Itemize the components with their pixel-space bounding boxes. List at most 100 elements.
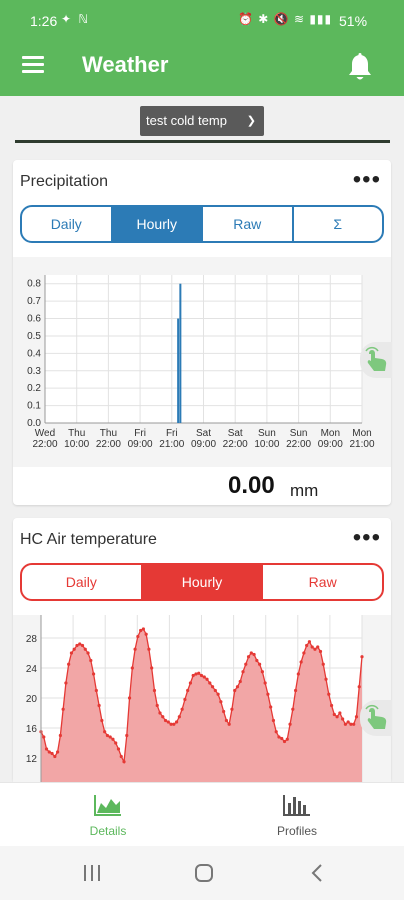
- status-time: 1:26: [30, 13, 58, 29]
- y-tick-label: 0.2: [27, 383, 41, 394]
- air-temperature-tabs: Daily Hourly Raw: [20, 563, 384, 601]
- x-tick-day: Fri: [166, 428, 178, 439]
- menu-icon[interactable]: [22, 56, 44, 74]
- temperature-point: [183, 697, 187, 702]
- y-tick-label: 0.5: [27, 331, 41, 342]
- nav-details-label: Details: [89, 824, 127, 838]
- temperature-point: [83, 647, 87, 651]
- x-tick-time: 21:00: [159, 439, 184, 450]
- temperature-point: [230, 707, 234, 711]
- temperature-point: [343, 722, 347, 726]
- precipitation-card: Precipitation ••• Daily Hourly Raw Σ 0.8 0.7…: [13, 160, 391, 505]
- tab-raw[interactable]: Raw: [201, 207, 292, 241]
- profile-dropdown[interactable]: test cold temp ❯: [140, 106, 264, 136]
- tab-sum[interactable]: Σ: [291, 207, 383, 241]
- temperature-point: [150, 666, 154, 670]
- touch-help-button[interactable]: [360, 700, 392, 736]
- temperature-point: [280, 736, 284, 741]
- temperature-point: [255, 658, 259, 663]
- temperature-point: [269, 705, 273, 709]
- temperature-point: [56, 750, 60, 754]
- x-tick-day: Wed: [35, 428, 55, 439]
- temperature-point: [136, 634, 140, 639]
- recent-apps-icon[interactable]: [82, 864, 102, 882]
- temperature-point: [327, 692, 331, 696]
- temperature-point: [296, 672, 300, 676]
- divider: [15, 140, 390, 143]
- precipitation-tabs: Daily Hourly Raw Σ: [20, 205, 384, 243]
- temperature-point: [305, 643, 309, 648]
- temperature-point: [180, 707, 184, 711]
- nav-profiles[interactable]: Profiles: [237, 793, 357, 838]
- temperature-point: [163, 718, 168, 723]
- tab-hourly[interactable]: Hourly: [140, 565, 262, 599]
- x-tick-time: 09:00: [128, 439, 153, 450]
- temperature-point: [141, 627, 145, 631]
- bell-icon[interactable]: [347, 52, 373, 82]
- temperature-point: [174, 720, 179, 724]
- temperature-point: [352, 722, 356, 726]
- precipitation-chart: 0.8 0.7 0.6 0.5 0.4 0.3 0.2 0.1 0.0 Wed 22:00 Thu 10…: [13, 257, 391, 467]
- tab-daily[interactable]: Daily: [22, 207, 111, 241]
- system-icons: ⏰ ✱ 🔇 ≋ ▮▮▮: [238, 12, 333, 26]
- temperature-point: [67, 662, 71, 666]
- profile-strip: test cold temp ❯: [15, 96, 390, 144]
- app-title: Weather: [82, 52, 169, 77]
- temperature-point: [64, 681, 68, 685]
- temperature-point: [233, 688, 237, 693]
- temperature-point: [139, 628, 143, 633]
- temperature-point: [346, 720, 350, 724]
- temperature-point: [130, 666, 134, 670]
- temperature-point: [188, 681, 193, 685]
- temperature-point: [338, 711, 342, 715]
- temperature-point: [80, 643, 85, 648]
- x-tick-day: Mon: [321, 428, 340, 439]
- x-tick-time: 10:00: [64, 439, 89, 450]
- more-options-icon[interactable]: •••: [353, 524, 381, 552]
- temperature-point: [42, 735, 46, 739]
- temperature-point: [125, 733, 129, 738]
- tab-hourly[interactable]: Hourly: [110, 207, 201, 241]
- temperature-point: [75, 643, 79, 648]
- x-tick-day: Fri: [134, 428, 146, 439]
- x-tick-day: Sat: [228, 428, 243, 439]
- temperature-point: [241, 670, 245, 674]
- notification-icons: ✦ ℕ: [61, 12, 90, 26]
- touch-help-button[interactable]: [360, 342, 392, 378]
- x-tick-day: Sun: [290, 428, 308, 439]
- temperature-point: [354, 715, 359, 719]
- temperature-point: [274, 730, 278, 734]
- temperature-point: [299, 660, 303, 664]
- precipitation-bar: [177, 318, 180, 423]
- temperature-point: [271, 718, 276, 723]
- air-temperature-chart-svg: 28 24 20 16 12: [26, 615, 364, 782]
- temperature-point: [238, 679, 242, 684]
- temperature-point: [97, 703, 101, 708]
- temperature-point: [44, 747, 49, 751]
- temperature-point: [89, 658, 93, 663]
- tab-raw[interactable]: Raw: [261, 565, 382, 599]
- system-navigation-bar: [0, 846, 404, 900]
- temperature-point: [72, 647, 76, 651]
- temperature-point: [249, 651, 253, 655]
- temperature-point: [152, 688, 157, 693]
- nav-details[interactable]: Details: [48, 793, 168, 838]
- precipitation-unit: mm: [290, 481, 319, 500]
- temperature-point: [133, 647, 137, 651]
- x-tick-time: 22:00: [32, 439, 57, 450]
- tab-daily[interactable]: Daily: [22, 565, 141, 599]
- home-icon[interactable]: [194, 864, 214, 882]
- temperature-point: [78, 642, 82, 646]
- temperature-point: [324, 677, 328, 681]
- temperature-point: [161, 715, 165, 719]
- temperature-point: [114, 741, 118, 745]
- temperature-point: [357, 685, 361, 689]
- back-icon[interactable]: [310, 864, 324, 882]
- x-tick-time: 10:00: [254, 439, 279, 450]
- more-options-icon[interactable]: •••: [353, 166, 381, 194]
- status-bar: 1:26 ✦ ℕ ⏰ ✱ 🔇 ≋ ▮▮▮ 51%: [0, 0, 404, 42]
- area-chart-icon: [94, 795, 121, 816]
- x-tick-day: Sat: [196, 428, 211, 439]
- bar-chart-icon: [283, 795, 310, 816]
- temperature-point: [244, 662, 248, 666]
